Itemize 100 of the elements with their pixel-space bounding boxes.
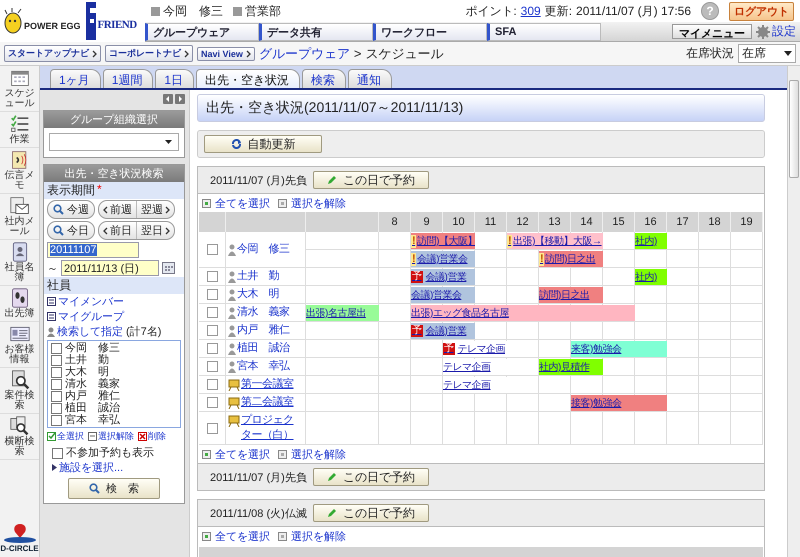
member-name[interactable]: 大木 明 bbox=[237, 287, 279, 302]
checkbox[interactable] bbox=[206, 289, 218, 300]
tab[interactable]: 通知 bbox=[348, 69, 392, 88]
input-field[interactable]: 20111107 bbox=[47, 242, 139, 258]
next-button[interactable]: 翌週 bbox=[136, 201, 174, 218]
select-all-link[interactable]: 全てを選択 bbox=[202, 196, 270, 210]
checkbox[interactable] bbox=[51, 366, 62, 378]
scrollbar[interactable] bbox=[787, 66, 800, 557]
nav-tab[interactable]: SFA bbox=[487, 23, 601, 41]
navi-button[interactable]: Navi View bbox=[197, 46, 255, 60]
schedule-entry[interactable]: 社内) bbox=[635, 233, 667, 249]
tab[interactable]: 1週間 bbox=[102, 69, 154, 88]
schedule-entry[interactable]: 来客)勉強会 bbox=[571, 341, 667, 357]
deselect-all-link[interactable]: 選択を解除 bbox=[278, 446, 346, 462]
checkbox[interactable] bbox=[206, 307, 218, 318]
member-name[interactable]: 植田 誠治 bbox=[237, 341, 290, 356]
checkbox[interactable] bbox=[206, 325, 218, 336]
nav-tab[interactable]: データ共有 bbox=[259, 23, 373, 41]
tab[interactable]: 1日 bbox=[155, 69, 194, 88]
schedule-entry[interactable]: 出張)エッグ食品名古屋 bbox=[411, 305, 635, 321]
member-link[interactable]: 検索して指定 bbox=[47, 324, 123, 339]
settings-link[interactable]: 設定 bbox=[756, 22, 796, 41]
checkbox[interactable] bbox=[51, 414, 62, 426]
group-select[interactable] bbox=[49, 133, 179, 151]
arrow-right-icon[interactable] bbox=[175, 94, 185, 104]
schedule-entry[interactable]: ! 会議)営業会 bbox=[411, 251, 475, 267]
select-all-link[interactable]: 全てを選択 bbox=[202, 446, 270, 462]
tab[interactable]: 検索 bbox=[302, 69, 346, 88]
tab[interactable]: 1ヶ月 bbox=[50, 69, 101, 88]
sidebar-item[interactable]: 出先簿 bbox=[0, 286, 39, 322]
deselect-all-link[interactable]: 選択を解除 bbox=[278, 196, 346, 210]
sidebar-item[interactable]: 作業 bbox=[0, 112, 39, 148]
presence-select[interactable]: 在席 bbox=[738, 44, 796, 63]
current-button[interactable]: 今日 bbox=[47, 221, 95, 240]
action-link[interactable]: 選択解除 bbox=[88, 430, 134, 443]
refresh-button[interactable]: 自動更新 bbox=[204, 135, 322, 153]
schedule-entry[interactable]: テレマ企画 bbox=[443, 359, 507, 375]
nav-tab[interactable]: グループウェア bbox=[145, 23, 259, 41]
member-link[interactable]: マイグループ bbox=[47, 309, 124, 324]
navi-button[interactable]: コーポレートナビ bbox=[105, 45, 193, 62]
checkbox[interactable] bbox=[206, 244, 218, 255]
checkbox[interactable] bbox=[51, 354, 62, 366]
logout-button[interactable]: ログアウト bbox=[729, 2, 794, 20]
current-button[interactable]: 今週 bbox=[47, 200, 95, 219]
checkbox[interactable] bbox=[51, 342, 62, 354]
checkbox[interactable] bbox=[51, 390, 62, 402]
checkbox[interactable] bbox=[206, 343, 218, 354]
member-name[interactable]: 土井 勤 bbox=[237, 269, 279, 284]
action-link[interactable]: 削除 bbox=[138, 430, 166, 443]
reserve-button[interactable]: この日で予約 bbox=[312, 171, 429, 189]
next-button[interactable]: 翌日 bbox=[136, 222, 174, 239]
checkbox[interactable] bbox=[206, 361, 218, 372]
schedule-entry[interactable]: ! 訪問)【大阪】 bbox=[411, 233, 475, 249]
tab[interactable]: 出先・空き状況 bbox=[196, 69, 300, 88]
checkbox[interactable] bbox=[206, 271, 218, 282]
sidebar-item[interactable]: 社員名簿 bbox=[0, 240, 39, 286]
schedule-entry[interactable]: 社内) bbox=[635, 269, 667, 285]
schedule-entry[interactable]: ! 出張)【移動】大阪→ bbox=[507, 233, 603, 249]
member-name[interactable]: 内戸 雅仁 bbox=[237, 323, 290, 338]
schedule-entry[interactable]: 接客)勉強会 bbox=[571, 395, 667, 411]
member-name[interactable]: 第二会議室 bbox=[241, 395, 294, 410]
member-name[interactable]: 宮本 幸弘 bbox=[237, 359, 290, 374]
facility-link[interactable]: 施設を選択... bbox=[52, 460, 124, 475]
input-field[interactable]: 2011/11/13 (日) bbox=[61, 260, 159, 276]
nav-tab[interactable]: ワークフロー bbox=[373, 23, 487, 41]
reserve-button[interactable]: この日で予約 bbox=[312, 504, 429, 522]
checkbox[interactable] bbox=[206, 379, 218, 390]
member-link[interactable]: マイメンバー bbox=[47, 294, 124, 309]
sidebar-item[interactable]: お客様情報 bbox=[0, 322, 39, 368]
member-name[interactable]: 清水 義家 bbox=[237, 305, 290, 320]
previous-button[interactable]: 前週 bbox=[99, 201, 136, 218]
sidebar-item[interactable]: スケジュール bbox=[0, 66, 39, 112]
action-link[interactable]: 全選択 bbox=[47, 430, 84, 443]
schedule-entry[interactable]: 予 テレマ企画 bbox=[443, 341, 507, 357]
sidebar-item[interactable]: 伝言メモ bbox=[0, 148, 39, 194]
member-name[interactable]: 第一会議室 bbox=[241, 377, 294, 392]
checkbox[interactable] bbox=[52, 448, 63, 458]
checkbox[interactable] bbox=[51, 402, 62, 414]
breadcrumb-link[interactable]: グループウェア bbox=[258, 44, 350, 62]
arrow-left-icon[interactable] bbox=[163, 94, 173, 104]
sidebar-item[interactable]: 横断検索 bbox=[0, 414, 39, 460]
schedule-entry[interactable]: 会議)営業会 bbox=[411, 287, 475, 303]
schedule-entry[interactable]: 訪問)日之出 bbox=[539, 287, 603, 303]
schedule-entry[interactable]: ! 訪問)日之出 bbox=[539, 251, 603, 267]
my-menu-button[interactable]: マイメニュー bbox=[672, 24, 752, 39]
checkbox[interactable] bbox=[51, 378, 62, 390]
schedule-entry[interactable]: 社内)見積作 bbox=[539, 359, 603, 375]
points-link[interactable]: 309 bbox=[520, 4, 541, 18]
reserve-button[interactable]: この日で予約 bbox=[312, 468, 429, 486]
search-button[interactable]: 検 索 bbox=[68, 478, 160, 499]
sidebar-item[interactable]: 社内メール bbox=[0, 194, 39, 240]
previous-button[interactable]: 前日 bbox=[99, 222, 136, 239]
calendar-icon[interactable] bbox=[162, 262, 175, 274]
sidebar-item[interactable]: 案件検索 bbox=[0, 368, 39, 414]
schedule-entry[interactable]: 予 会議)営業 bbox=[411, 323, 475, 339]
select-all-link[interactable]: 全てを選択 bbox=[202, 528, 270, 544]
checkbox[interactable] bbox=[206, 397, 218, 408]
schedule-entry[interactable]: テレマ企画 bbox=[443, 377, 507, 393]
deselect-all-link[interactable]: 選択を解除 bbox=[278, 528, 346, 544]
member-name[interactable]: 今岡 修三 bbox=[237, 242, 290, 257]
